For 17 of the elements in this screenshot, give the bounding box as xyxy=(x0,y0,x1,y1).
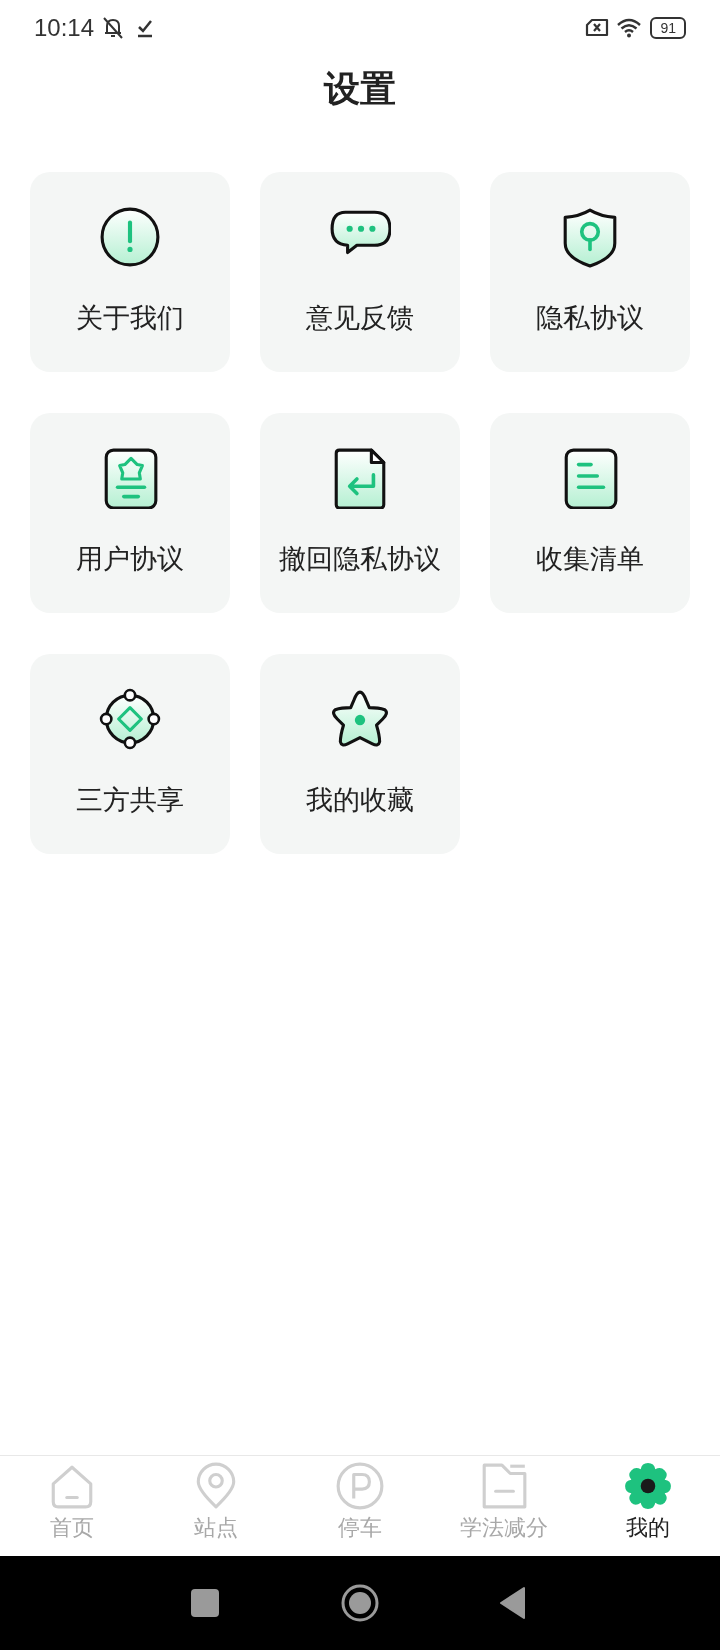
battery-level: 91 xyxy=(650,16,686,39)
settings-tile[interactable]: 用户协议 xyxy=(30,413,230,613)
settings-tile[interactable]: 隐私协议 xyxy=(490,172,690,372)
settings-icon xyxy=(623,1461,673,1511)
settings-tile[interactable]: 我的收藏 xyxy=(260,654,460,854)
settings-tile[interactable]: 三方共享 xyxy=(30,654,230,854)
parking-icon xyxy=(335,1461,385,1511)
clock: 10:14 xyxy=(34,13,95,42)
page-title: 设置 xyxy=(324,67,396,111)
settings-tile[interactable]: 撤回隐私协议 xyxy=(260,413,460,613)
share-icon xyxy=(99,688,161,750)
tab[interactable]: 我的 xyxy=(576,1456,720,1556)
info-icon xyxy=(99,206,161,268)
settings-tile[interactable]: 关于我们 xyxy=(30,172,230,372)
home-button-icon[interactable] xyxy=(340,1583,380,1623)
settings-tile[interactable]: 意见反馈 xyxy=(260,172,460,372)
settings-tile[interactable]: 收集清单 xyxy=(490,413,690,613)
